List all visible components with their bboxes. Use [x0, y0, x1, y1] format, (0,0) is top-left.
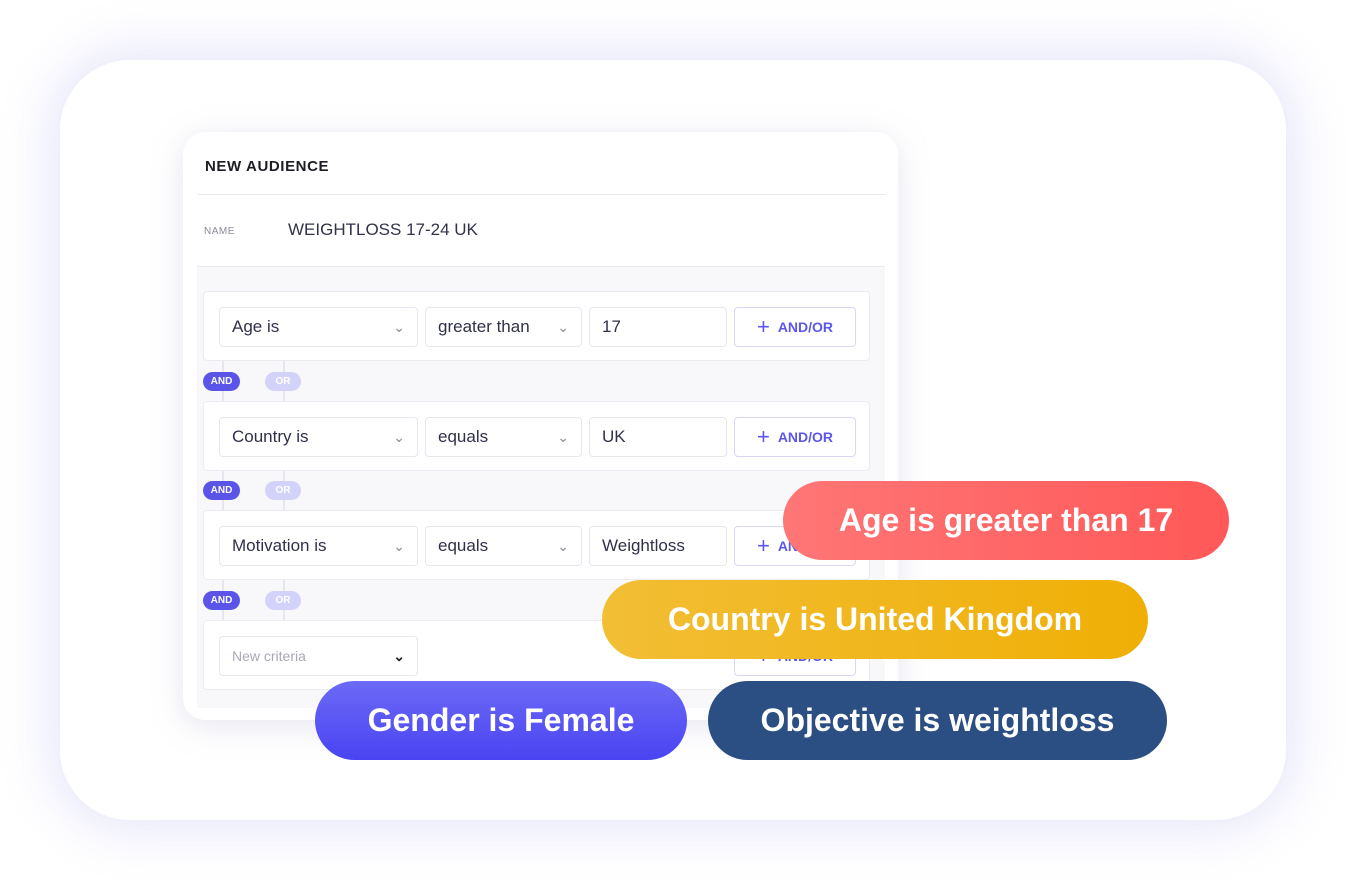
and-toggle[interactable]: AND: [203, 481, 240, 500]
chevron-down-icon: ⌄: [393, 648, 405, 664]
chevron-down-icon: ⌄: [557, 429, 569, 445]
or-toggle[interactable]: OR: [265, 591, 301, 610]
field-select[interactable]: Motivation is ⌄: [219, 526, 418, 566]
divider: [197, 194, 885, 195]
value-input[interactable]: UK: [589, 417, 727, 457]
operator-select[interactable]: greater than ⌄: [425, 307, 582, 347]
and-or-button-label: AND/OR: [777, 429, 834, 445]
and-or-button[interactable]: + AND/OR: [734, 307, 856, 347]
chevron-down-icon: ⌄: [393, 319, 405, 335]
plus-icon: +: [756, 314, 770, 339]
plus-icon: +: [756, 424, 770, 449]
chevron-down-icon: ⌄: [393, 429, 405, 445]
field-select[interactable]: Age is ⌄: [219, 307, 418, 347]
or-toggle[interactable]: OR: [265, 372, 301, 391]
tag-gender: Gender is Female: [315, 681, 687, 760]
chevron-down-icon: ⌄: [557, 319, 569, 335]
tag-age: Age is greater than 17: [783, 481, 1229, 560]
or-toggle[interactable]: OR: [265, 481, 301, 500]
value-input[interactable]: 17: [589, 307, 727, 347]
operator-value: greater than: [438, 317, 530, 336]
and-or-button-label: AND/OR: [777, 319, 834, 335]
field-select[interactable]: Country is ⌄: [219, 417, 418, 457]
field-value: Country is: [232, 427, 309, 446]
field-value: Age is: [232, 317, 280, 336]
name-label: NAME: [204, 226, 235, 237]
tag-country: Country is United Kingdom: [602, 580, 1148, 659]
panel-title: NEW AUDIENCE: [205, 158, 330, 175]
criteria-row: Motivation is⌄ equals⌄ Weightloss +AND/O…: [203, 510, 870, 580]
and-or-button[interactable]: + AND/OR: [734, 417, 856, 457]
criteria-row: Age is ⌄ greater than ⌄ 17 + AND/OR: [203, 291, 870, 361]
value-input[interactable]: Weightloss: [589, 526, 727, 566]
and-toggle[interactable]: AND: [203, 372, 240, 391]
operator-select[interactable]: equals ⌄: [425, 526, 582, 566]
and-toggle[interactable]: AND: [203, 591, 240, 610]
plus-icon: +: [756, 533, 770, 558]
operator-value: equals: [438, 427, 489, 446]
operator-value: equals: [438, 536, 489, 555]
field-value: Motivation is: [232, 536, 327, 555]
new-criteria-placeholder: New criteria: [232, 648, 306, 664]
criteria-row: Country is ⌄ equals ⌄ UK + AND/OR: [203, 401, 870, 471]
chevron-down-icon: ⌄: [393, 538, 405, 554]
name-field[interactable]: WEIGHTLOSS 17-24 UK: [288, 220, 478, 240]
tag-objective: Objective is weightloss: [708, 681, 1167, 760]
operator-select[interactable]: equals ⌄: [425, 417, 582, 457]
chevron-down-icon: ⌄: [557, 538, 569, 554]
new-criteria-select[interactable]: New criteria ⌄: [219, 636, 418, 676]
